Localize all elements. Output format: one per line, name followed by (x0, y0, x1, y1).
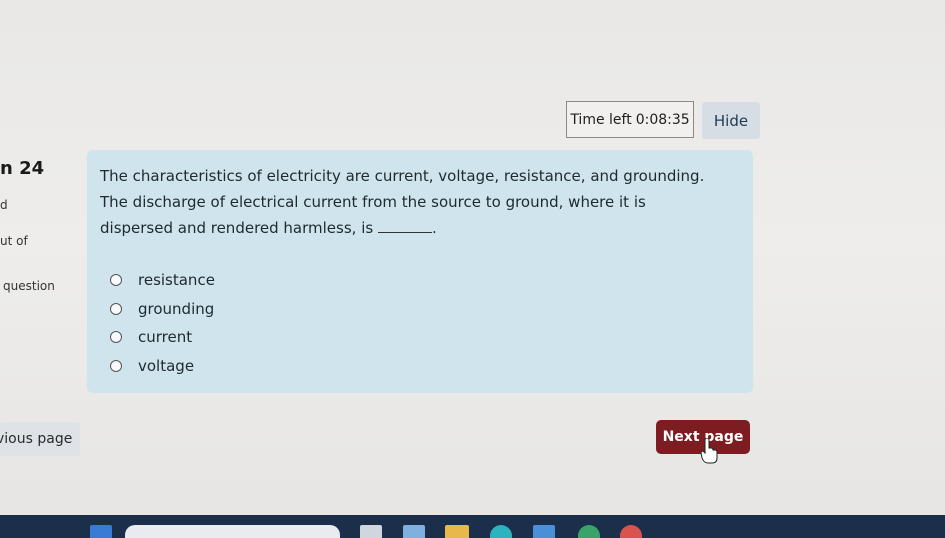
option-label[interactable]: grounding (138, 300, 214, 318)
previous-page-label: vious page (0, 431, 73, 447)
option-label[interactable]: current (138, 328, 192, 346)
question-status: d (0, 198, 8, 212)
app-icon[interactable] (578, 525, 600, 538)
app-icon[interactable] (360, 525, 382, 538)
option-label[interactable]: resistance (138, 271, 215, 289)
timer-box: Time left 0:08:35 (566, 101, 694, 138)
timer-label: Time left (570, 111, 632, 128)
taskbar (0, 515, 945, 538)
option-label[interactable]: voltage (138, 357, 194, 375)
radio-button[interactable] (110, 302, 122, 315)
radio-button[interactable] (110, 331, 122, 344)
radio-button[interactable] (110, 274, 122, 287)
flag-question-link[interactable]: question (3, 279, 55, 293)
search-icon[interactable] (125, 525, 340, 538)
store-icon[interactable] (533, 525, 555, 538)
question-text: The characteristics of electricity are c… (100, 163, 715, 241)
start-icon[interactable] (90, 525, 112, 538)
question-number: n 24 (0, 158, 45, 179)
timer-value: 0:08:35 (635, 111, 690, 128)
folder-icon[interactable] (445, 525, 469, 538)
question-card: The characteristics of electricity are c… (87, 150, 753, 393)
question-text-end: . (431, 219, 437, 237)
edge-icon[interactable] (490, 525, 512, 538)
answer-options: resistance grounding current voltage (110, 266, 215, 380)
app-icon[interactable] (403, 525, 425, 538)
radio-button[interactable] (110, 359, 122, 372)
answer-blank (377, 218, 432, 233)
option-grounding[interactable]: grounding (110, 295, 215, 324)
option-voltage[interactable]: voltage (110, 352, 215, 381)
chrome-icon[interactable] (620, 525, 642, 538)
option-resistance[interactable]: resistance (110, 266, 215, 295)
hand-cursor-icon (700, 438, 718, 464)
previous-page-button[interactable]: vious page (0, 422, 80, 456)
question-points: ut of (0, 234, 28, 248)
option-current[interactable]: current (110, 323, 215, 352)
hide-timer-button[interactable]: Hide (702, 102, 760, 139)
